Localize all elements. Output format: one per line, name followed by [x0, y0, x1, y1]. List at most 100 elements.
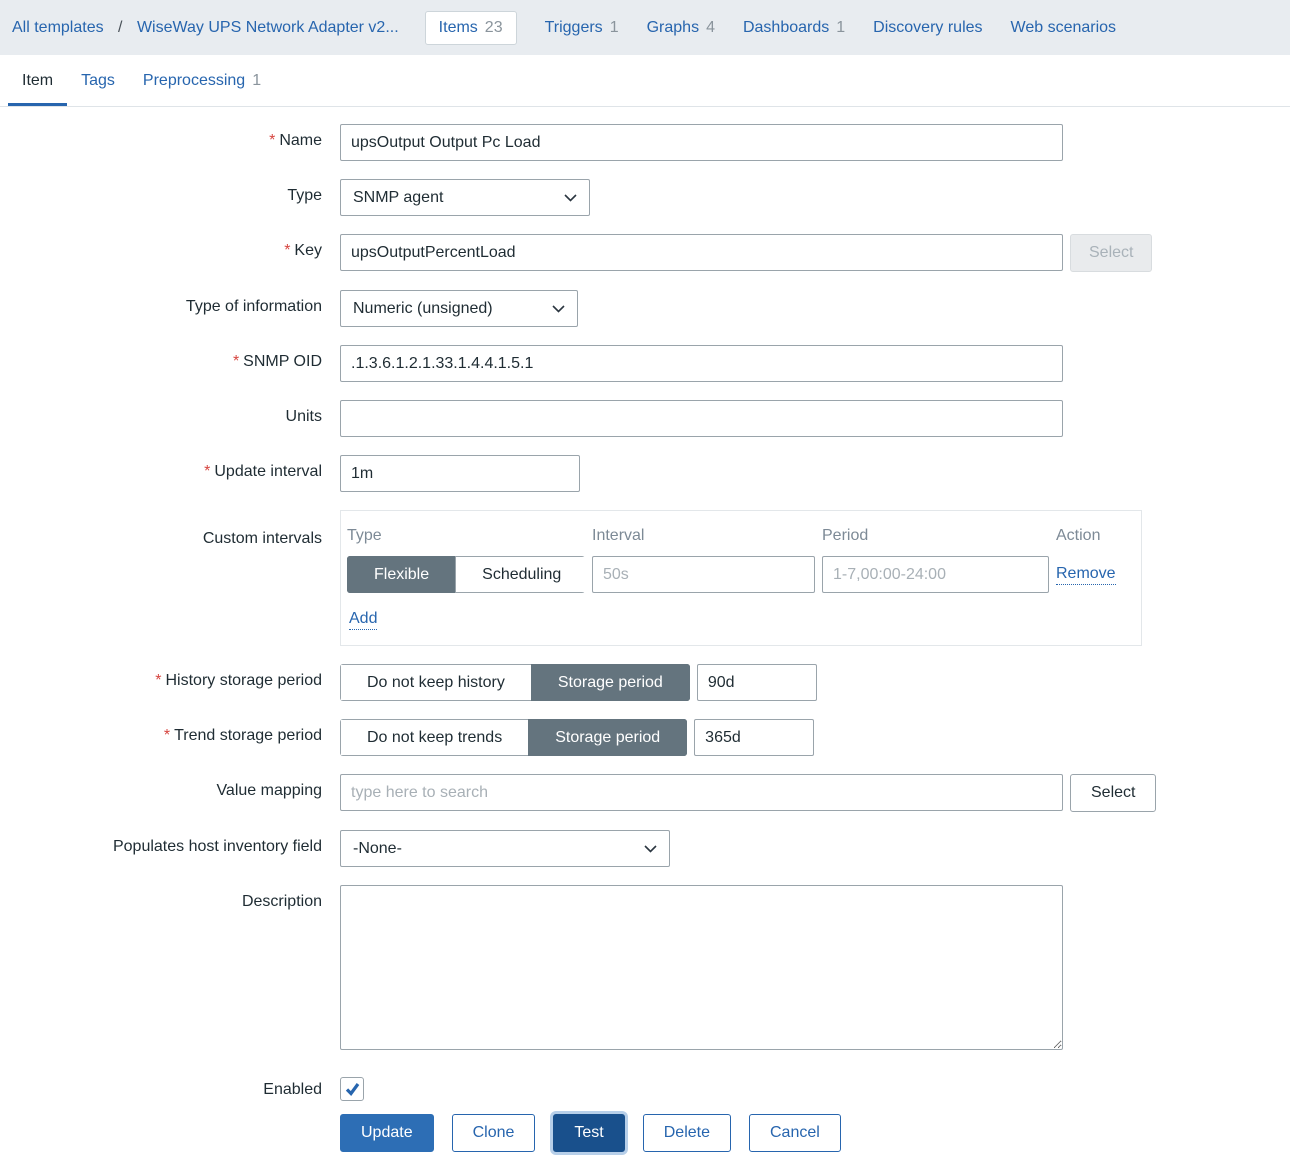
nav-tab-items[interactable]: Items 23 — [424, 10, 517, 45]
breadcrumb-template-name[interactable]: WiseWay UPS Network Adapter v2... — [137, 19, 399, 36]
value-mapping-select-button[interactable]: Select — [1070, 774, 1157, 812]
required-marker: * — [163, 727, 171, 744]
value-mapping-label: Value mapping — [216, 782, 322, 799]
custom-intervals-label: Custom intervals — [202, 530, 322, 547]
nav-tab-web-scenarios-label: Web scenarios — [1010, 18, 1117, 36]
snmp-oid-label: * SNMP OID — [232, 353, 322, 370]
item-edit-form: *Name Type SNMP agent *Key Select Type o… — [0, 107, 1290, 1152]
tab-preprocessing-count: 1 — [252, 71, 262, 89]
tab-preprocessing[interactable]: Preprocessing 1 — [129, 55, 275, 106]
add-interval-link[interactable]: Add — [349, 609, 378, 630]
trend-storage-period[interactable]: Storage period — [528, 719, 688, 756]
tab-item[interactable]: Item — [8, 55, 68, 106]
inventory-field-select[interactable]: -None- — [340, 830, 670, 867]
row-type-of-information: Type of information Numeric (unsigned) — [0, 290, 1290, 327]
history-storage-period[interactable]: Storage period — [530, 664, 690, 701]
type-select[interactable]: SNMP agent — [340, 179, 590, 216]
history-period-input[interactable] — [696, 664, 817, 701]
nav-tab-graphs-label: Graphs — [646, 18, 700, 36]
remove-interval-link[interactable]: Remove — [1056, 564, 1116, 585]
item-form-tabs: Item Tags Preprocessing 1 — [0, 55, 1290, 107]
row-type: Type SNMP agent — [0, 179, 1290, 216]
row-units: Units — [0, 400, 1290, 437]
row-history-storage: * History storage period Do not keep hist… — [0, 664, 1290, 701]
nav-tab-triggers[interactable]: Triggers 1 — [545, 19, 619, 37]
nav-tab-discovery-rules[interactable]: Discovery rules — [873, 19, 982, 37]
row-footer-buttons: Update Clone Test Delete Cancel — [0, 1114, 1290, 1152]
name-label: * Name — [269, 132, 322, 149]
type-of-information-value: Numeric (unsigned) — [353, 299, 493, 317]
breadcrumb: All templates / WiseWay UPS Network Adap… — [12, 19, 399, 37]
row-enabled: Enabled — [0, 1073, 1290, 1102]
chevron-down-icon — [564, 193, 577, 202]
name-input[interactable] — [340, 124, 1063, 161]
nav-tab-dashboards-label: Dashboards — [742, 18, 830, 36]
history-do-not-keep[interactable]: Do not keep history — [340, 664, 532, 701]
required-marker: * — [155, 672, 162, 689]
interval-input[interactable] — [592, 556, 815, 593]
nav-tab-items-count: 23 — [484, 18, 503, 36]
history-storage-toggle: Do not keep history Storage period — [340, 664, 690, 701]
tab-tags[interactable]: Tags — [67, 55, 129, 106]
row-value-mapping: Value mapping Select — [0, 774, 1290, 812]
update-interval-label: * Update interval — [204, 463, 322, 480]
trend-do-not-keep[interactable]: Do not keep trends — [340, 719, 530, 756]
nav-tab-graphs-count: 4 — [706, 18, 715, 36]
nav-tab-triggers-count: 1 — [609, 18, 619, 36]
top-navigation-bar: All templates / WiseWay UPS Network Adap… — [0, 0, 1290, 55]
interval-type-scheduling[interactable]: Scheduling — [455, 556, 585, 593]
type-label: Type — [287, 187, 322, 204]
row-custom-intervals: Custom intervals Type Interval Period Ac… — [0, 510, 1290, 646]
breadcrumb-separator: / — [118, 18, 123, 36]
row-trend-storage: * Trend storage period Do not keep trends… — [0, 719, 1290, 756]
trend-storage-toggle: Do not keep trends Storage period — [340, 719, 688, 756]
inventory-field-value: -None- — [353, 839, 402, 857]
nav-tab-web-scenarios[interactable]: Web scenarios — [1011, 19, 1117, 37]
clone-button[interactable]: Clone — [451, 1114, 536, 1152]
description-label: Description — [241, 893, 322, 910]
col-header-interval: Interval — [592, 527, 645, 544]
custom-intervals-panel: Type Interval Period Action Flexible Sch… — [340, 510, 1142, 646]
enabled-checkbox[interactable] — [340, 1077, 364, 1101]
required-marker: * — [232, 353, 240, 370]
nav-tab-dashboards[interactable]: Dashboards 1 — [743, 19, 845, 37]
type-of-information-label: Type of information — [185, 298, 322, 315]
row-inventory-field: Populates host inventory field -None- — [0, 830, 1290, 867]
update-interval-input[interactable] — [340, 455, 580, 492]
units-label: Units — [285, 408, 322, 425]
type-of-information-select[interactable]: Numeric (unsigned) — [340, 290, 578, 327]
key-select-button: Select — [1070, 234, 1153, 272]
type-select-value: SNMP agent — [353, 188, 444, 206]
description-textarea[interactable] — [340, 885, 1063, 1050]
required-marker: * — [269, 132, 276, 149]
col-header-action: Action — [1056, 527, 1101, 544]
trend-period-input[interactable] — [694, 719, 815, 756]
row-description: Description — [0, 885, 1290, 1055]
key-input[interactable] — [340, 234, 1063, 271]
history-storage-label: * History storage period — [155, 672, 322, 689]
nav-tab-triggers-label: Triggers — [544, 18, 603, 36]
value-mapping-input[interactable] — [340, 774, 1063, 811]
chevron-down-icon — [552, 304, 565, 313]
trend-storage-label: * Trend storage period — [163, 727, 322, 744]
snmp-oid-input[interactable] — [340, 345, 1063, 382]
update-button[interactable]: Update — [340, 1114, 434, 1152]
enabled-label: Enabled — [263, 1081, 322, 1098]
row-snmp-oid: * SNMP OID — [0, 345, 1290, 382]
breadcrumb-all-templates[interactable]: All templates — [12, 19, 104, 36]
test-button[interactable]: Test — [553, 1114, 625, 1152]
nav-tab-items-label: Items — [438, 18, 478, 36]
interval-type-toggle: Flexible Scheduling — [347, 556, 585, 593]
template-nav: Items 23 Triggers 1 Graphs 4 Dashboards 1 Di… — [424, 10, 1117, 45]
units-input[interactable] — [340, 400, 1063, 437]
interval-type-flexible[interactable]: Flexible — [347, 556, 457, 593]
nav-tab-dashboards-count: 1 — [836, 18, 846, 36]
nav-tab-discovery-rules-label: Discovery rules — [873, 18, 983, 36]
nav-tab-graphs[interactable]: Graphs 4 — [647, 19, 715, 37]
required-marker: * — [284, 242, 291, 259]
delete-button[interactable]: Delete — [642, 1114, 731, 1152]
row-update-interval: * Update interval — [0, 455, 1290, 492]
key-label: * Key — [284, 242, 322, 259]
cancel-button[interactable]: Cancel — [749, 1114, 841, 1152]
period-input[interactable] — [822, 556, 1049, 593]
